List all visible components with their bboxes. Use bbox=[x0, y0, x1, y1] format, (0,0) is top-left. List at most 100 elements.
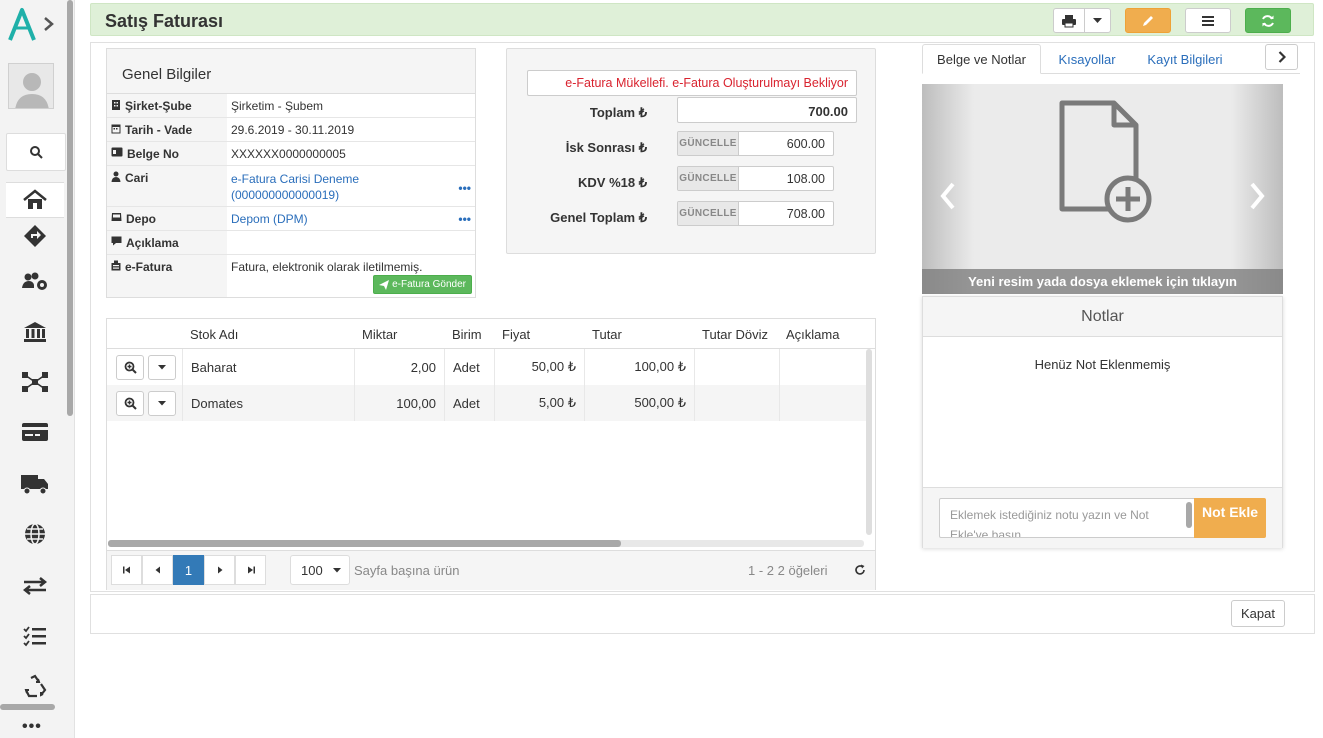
warehouse-more-icon[interactable]: ••• bbox=[458, 212, 471, 226]
update-vat-button[interactable]: GÜNCELLE bbox=[678, 167, 739, 190]
row-dropdown-button[interactable] bbox=[148, 391, 176, 416]
first-page-button[interactable] bbox=[111, 555, 142, 585]
tabs-next-button[interactable] bbox=[1265, 44, 1298, 70]
sidebar-item-bank[interactable] bbox=[6, 314, 64, 350]
page-title: Satış Faturası bbox=[105, 11, 224, 31]
cell-amount-currency[interactable] bbox=[695, 349, 780, 385]
user-avatar[interactable] bbox=[8, 63, 54, 109]
sidebar-item-network[interactable] bbox=[6, 364, 64, 400]
carousel-prev-button[interactable] bbox=[922, 84, 974, 294]
document-no-value[interactable]: XXXXXX0000000005 bbox=[227, 142, 475, 165]
sidebar-item-home[interactable] bbox=[6, 182, 64, 218]
print-dropdown-button[interactable] bbox=[1084, 8, 1111, 33]
add-note-button[interactable]: Not Ekle bbox=[1194, 498, 1266, 538]
carousel-next-button[interactable] bbox=[1231, 84, 1283, 294]
tab-document-notes[interactable]: Belge ve Notlar bbox=[922, 44, 1041, 74]
total-label: Toplam ₺ bbox=[589, 105, 647, 120]
prev-page-icon bbox=[155, 566, 160, 574]
cell-amount[interactable]: 500,00 ₺ bbox=[585, 385, 695, 421]
menu-button[interactable] bbox=[1185, 8, 1231, 33]
cell-quantity[interactable]: 100,00 bbox=[355, 385, 445, 421]
info-row-company: Şirket-Şube Şirketim - Şubem bbox=[107, 94, 475, 118]
sidebar-item-recycle[interactable] bbox=[6, 668, 64, 704]
efatura-status-field: e-Fatura Mükellefi. e-Fatura Oluşturulma… bbox=[527, 70, 857, 96]
cell-amount-currency[interactable] bbox=[695, 385, 780, 421]
sidebar-item-card[interactable] bbox=[6, 414, 64, 450]
cell-description[interactable] bbox=[780, 349, 867, 385]
attachment-carousel[interactable]: Yeni resim yada dosya eklemek için tıkla… bbox=[922, 84, 1283, 294]
grid-vertical-scrollbar[interactable] bbox=[866, 349, 872, 535]
account-link[interactable]: e-Fatura Carisi Deneme (000000000000019) bbox=[231, 172, 359, 202]
column-stock-name[interactable]: Stok Adı bbox=[190, 327, 238, 342]
grid-horizontal-scrollbar[interactable] bbox=[108, 540, 621, 547]
tab-shortcuts[interactable]: Kısayollar bbox=[1046, 44, 1128, 74]
column-unit[interactable]: Birim bbox=[452, 327, 482, 342]
company-value[interactable]: Şirketim - Şubem bbox=[227, 94, 475, 117]
cell-stock-name[interactable]: Domates bbox=[182, 385, 355, 421]
sidebar-horizontal-scrollbar[interactable] bbox=[0, 704, 55, 710]
print-button[interactable] bbox=[1053, 8, 1085, 33]
note-input[interactable]: Eklemek istediğiniz notu yazın ve Not Ek… bbox=[939, 498, 1195, 538]
cell-price[interactable]: 50,00 ₺ bbox=[495, 349, 585, 385]
sidebar-item-users-settings[interactable] bbox=[6, 264, 64, 300]
date-value[interactable]: 29.6.2019 - 30.11.2019 bbox=[227, 118, 475, 141]
sidebar-item-globe[interactable] bbox=[6, 516, 64, 552]
table-row[interactable]: Domates 100,00 Adet 5,00 ₺ 500,00 ₺ bbox=[107, 385, 867, 421]
page-size-select[interactable]: 100 bbox=[290, 555, 350, 585]
update-discount-button[interactable]: GÜNCELLE bbox=[678, 132, 739, 155]
cell-stock-name[interactable]: Baharat bbox=[182, 349, 355, 385]
app-logo[interactable] bbox=[6, 6, 56, 42]
note-input-scrollbar[interactable] bbox=[1186, 502, 1192, 528]
sidebar-item-shipping[interactable] bbox=[6, 466, 64, 502]
cell-unit[interactable]: Adet bbox=[445, 385, 495, 421]
close-button[interactable]: Kapat bbox=[1231, 600, 1285, 627]
column-amount[interactable]: Tutar bbox=[592, 327, 622, 342]
refresh-button[interactable] bbox=[1245, 8, 1291, 33]
vat-value[interactable]: 108.00 bbox=[739, 167, 833, 190]
cell-amount[interactable]: 100,00 ₺ bbox=[585, 349, 695, 385]
last-page-icon bbox=[247, 566, 255, 574]
column-price[interactable]: Fiyat bbox=[502, 327, 530, 342]
column-quantity[interactable]: Miktar bbox=[362, 327, 397, 342]
table-row[interactable]: Baharat 2,00 Adet 50,00 ₺ 100,00 ₺ bbox=[107, 349, 867, 385]
row-zoom-button[interactable] bbox=[116, 391, 144, 416]
logo-a-icon bbox=[8, 8, 36, 41]
reload-icon[interactable] bbox=[854, 564, 866, 576]
notes-footer: Eklemek istediğiniz notu yazın ve Not Ek… bbox=[923, 487, 1282, 548]
tab-record-info[interactable]: Kayıt Bilgileri bbox=[1134, 44, 1236, 74]
next-page-button[interactable] bbox=[204, 555, 235, 585]
more-icon[interactable]: ••• bbox=[22, 718, 42, 736]
account-more-icon[interactable]: ••• bbox=[458, 180, 471, 196]
total-input[interactable]: 700.00 bbox=[677, 97, 857, 123]
row-dropdown-button[interactable] bbox=[148, 355, 176, 380]
page-number-button[interactable]: 1 bbox=[173, 555, 204, 585]
expand-chevron-icon[interactable] bbox=[42, 16, 56, 32]
warehouse-value[interactable]: Depom (DPM) ••• bbox=[227, 207, 475, 230]
sidebar-search-button[interactable] bbox=[6, 133, 66, 171]
efatura-send-button[interactable]: e-Fatura Gönder bbox=[373, 275, 472, 294]
sidebar-item-directions[interactable] bbox=[6, 218, 64, 254]
sidebar-scrollbar[interactable] bbox=[67, 0, 73, 416]
cell-quantity[interactable]: 2,00 bbox=[355, 349, 445, 385]
update-grand-total-button[interactable]: GÜNCELLE bbox=[678, 202, 739, 225]
row-zoom-button[interactable] bbox=[116, 355, 144, 380]
edit-button[interactable] bbox=[1125, 8, 1171, 33]
building-icon bbox=[112, 100, 120, 110]
cell-price[interactable]: 5,00 ₺ bbox=[495, 385, 585, 421]
notes-panel: Notlar Henüz Not Eklenmemiş Eklemek iste… bbox=[922, 296, 1283, 548]
column-description[interactable]: Açıklama bbox=[786, 327, 839, 342]
cell-unit[interactable]: Adet bbox=[445, 349, 495, 385]
sidebar-item-tasks[interactable] bbox=[6, 618, 64, 654]
hamburger-icon bbox=[1202, 15, 1214, 26]
last-page-button[interactable] bbox=[235, 555, 266, 585]
general-info-title: Genel Bilgiler bbox=[107, 49, 475, 94]
discount-total-value[interactable]: 600.00 bbox=[739, 132, 833, 155]
grand-total-value[interactable]: 708.00 bbox=[739, 202, 833, 225]
description-value[interactable] bbox=[227, 231, 475, 254]
cell-description[interactable] bbox=[780, 385, 867, 421]
column-amount-currency[interactable]: Tutar Döviz bbox=[702, 327, 768, 342]
warehouse-link[interactable]: Depom (DPM) bbox=[231, 212, 308, 226]
prev-page-button[interactable] bbox=[142, 555, 173, 585]
account-value[interactable]: e-Fatura Carisi Deneme (000000000000019)… bbox=[227, 166, 475, 206]
sidebar-item-transfer[interactable] bbox=[6, 568, 64, 604]
